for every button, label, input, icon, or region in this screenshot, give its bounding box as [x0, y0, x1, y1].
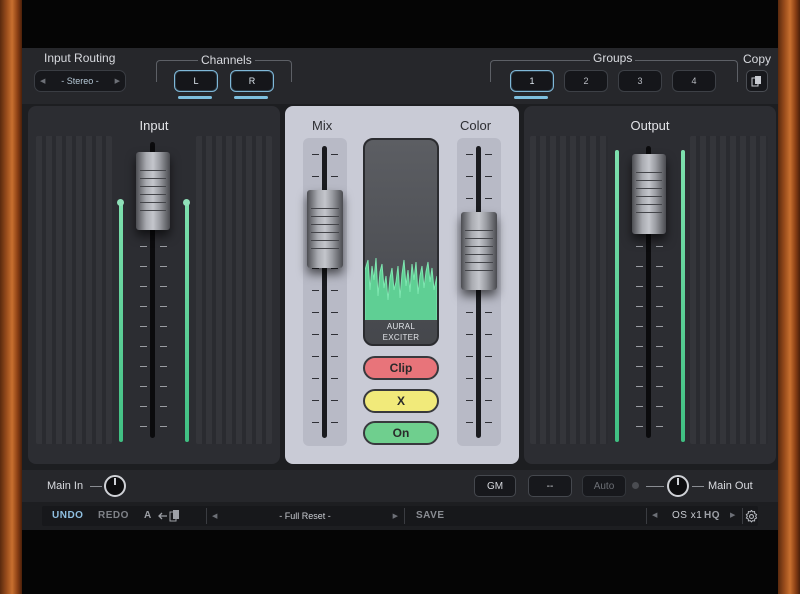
- x-button[interactable]: X: [363, 389, 439, 413]
- triangle-right-icon[interactable]: ▶: [730, 511, 735, 519]
- output-fader-cap[interactable]: [632, 154, 666, 234]
- ab-copy-icon: [158, 510, 179, 522]
- preset-name: - Full Reset -: [279, 511, 331, 521]
- copy-icon: [751, 76, 761, 87]
- copy-label: Copy: [743, 52, 772, 66]
- gear-icon: [745, 509, 757, 523]
- input-routing-label: Input Routing: [44, 51, 116, 65]
- bottom-toolbar: UNDO REDO A ◀ - Full Reset - ▶ SAVE ◀ OS…: [42, 506, 758, 526]
- ab-toggle-button[interactable]: A: [144, 510, 152, 521]
- input-left-stripes: [36, 136, 112, 444]
- color-fader: [457, 138, 501, 446]
- exciter-panel: Mix Color AURAL EXCITER Clip X On: [285, 106, 519, 464]
- top-bar: [22, 0, 778, 48]
- input-panel: Input: [28, 106, 280, 464]
- group-2-button[interactable]: 2: [564, 70, 608, 92]
- aural-exciter-plugin: Input Routing ◀ - Stereo - ▶ Channels L …: [22, 0, 778, 594]
- redo-button[interactable]: REDO: [98, 510, 129, 521]
- hq-toggle[interactable]: HQ: [704, 510, 720, 521]
- display-label-exciter: EXCITER: [382, 333, 420, 342]
- channel-r-indicator: [234, 96, 268, 99]
- main-in-knob[interactable]: [104, 475, 126, 497]
- groups-label: Groups: [590, 51, 636, 65]
- auto-indicator-dot: [632, 482, 639, 489]
- output-meter-right: [681, 150, 685, 442]
- dash-button[interactable]: --: [528, 475, 572, 497]
- display-label-aural: AURAL: [386, 322, 416, 331]
- undo-button[interactable]: UNDO: [52, 510, 83, 521]
- oversampling-value[interactable]: OS x1: [672, 510, 702, 521]
- main-out-label: Main Out: [708, 480, 753, 492]
- output-right-stripes: [690, 136, 768, 444]
- color-fader-track: [476, 146, 481, 438]
- group-4-button[interactable]: 4: [672, 70, 716, 92]
- triangle-right-icon[interactable]: ▶: [393, 512, 398, 520]
- mix-fader: [303, 138, 347, 446]
- auto-button[interactable]: Auto: [582, 475, 626, 497]
- color-title: Color: [460, 118, 492, 133]
- color-fader-cap[interactable]: [461, 212, 497, 290]
- preset-selector[interactable]: ◀ - Full Reset - ▶: [208, 506, 402, 526]
- output-panel: Output: [524, 106, 776, 464]
- triangle-left-icon[interactable]: ◀: [40, 77, 45, 85]
- triangle-left-icon[interactable]: ◀: [652, 511, 657, 519]
- channel-l-button[interactable]: L: [174, 70, 218, 92]
- footer-bar: Main In GM -- Auto Main Out: [22, 470, 778, 502]
- wood-side-panel-left: [0, 0, 22, 594]
- exciter-display: AURAL EXCITER: [363, 138, 439, 346]
- mix-title: Mix: [312, 118, 333, 133]
- settings-button[interactable]: [744, 508, 758, 524]
- input-right-stripes: [196, 136, 272, 444]
- gm-button[interactable]: GM: [474, 475, 516, 497]
- input-fader-cap[interactable]: [136, 152, 170, 230]
- output-left-stripes: [530, 136, 608, 444]
- input-meter-right: [185, 202, 189, 442]
- copy-button[interactable]: [746, 70, 768, 92]
- output-meter-left: [615, 150, 619, 442]
- channel-r-button[interactable]: R: [230, 70, 274, 92]
- input-peak-left: [117, 199, 124, 206]
- main-in-label: Main In: [47, 480, 84, 492]
- mix-fader-cap[interactable]: [307, 190, 343, 268]
- input-peak-right: [183, 199, 190, 206]
- input-routing-value: - Stereo -: [61, 76, 99, 86]
- wood-side-panel-right: [778, 0, 800, 594]
- harmonics-visualizer: [365, 257, 437, 320]
- triangle-right-icon[interactable]: ▶: [115, 77, 120, 85]
- group-1-button[interactable]: 1: [510, 70, 554, 92]
- group-1-indicator: [514, 96, 548, 99]
- channel-l-indicator: [178, 96, 212, 99]
- save-button[interactable]: SAVE: [416, 510, 445, 521]
- input-title: Input: [139, 118, 169, 133]
- input-meter-left: [119, 202, 123, 442]
- bottom-bar: [22, 530, 778, 594]
- input-routing-selector[interactable]: ◀ - Stereo - ▶: [34, 70, 126, 92]
- triangle-left-icon[interactable]: ◀: [212, 512, 217, 520]
- output-title: Output: [630, 118, 670, 133]
- main-out-knob[interactable]: [667, 475, 689, 497]
- group-3-button[interactable]: 3: [618, 70, 662, 92]
- ab-copy-button[interactable]: [158, 509, 182, 528]
- channels-label: Channels: [198, 53, 255, 67]
- on-button[interactable]: On: [363, 421, 439, 445]
- clip-button[interactable]: Clip: [363, 356, 439, 380]
